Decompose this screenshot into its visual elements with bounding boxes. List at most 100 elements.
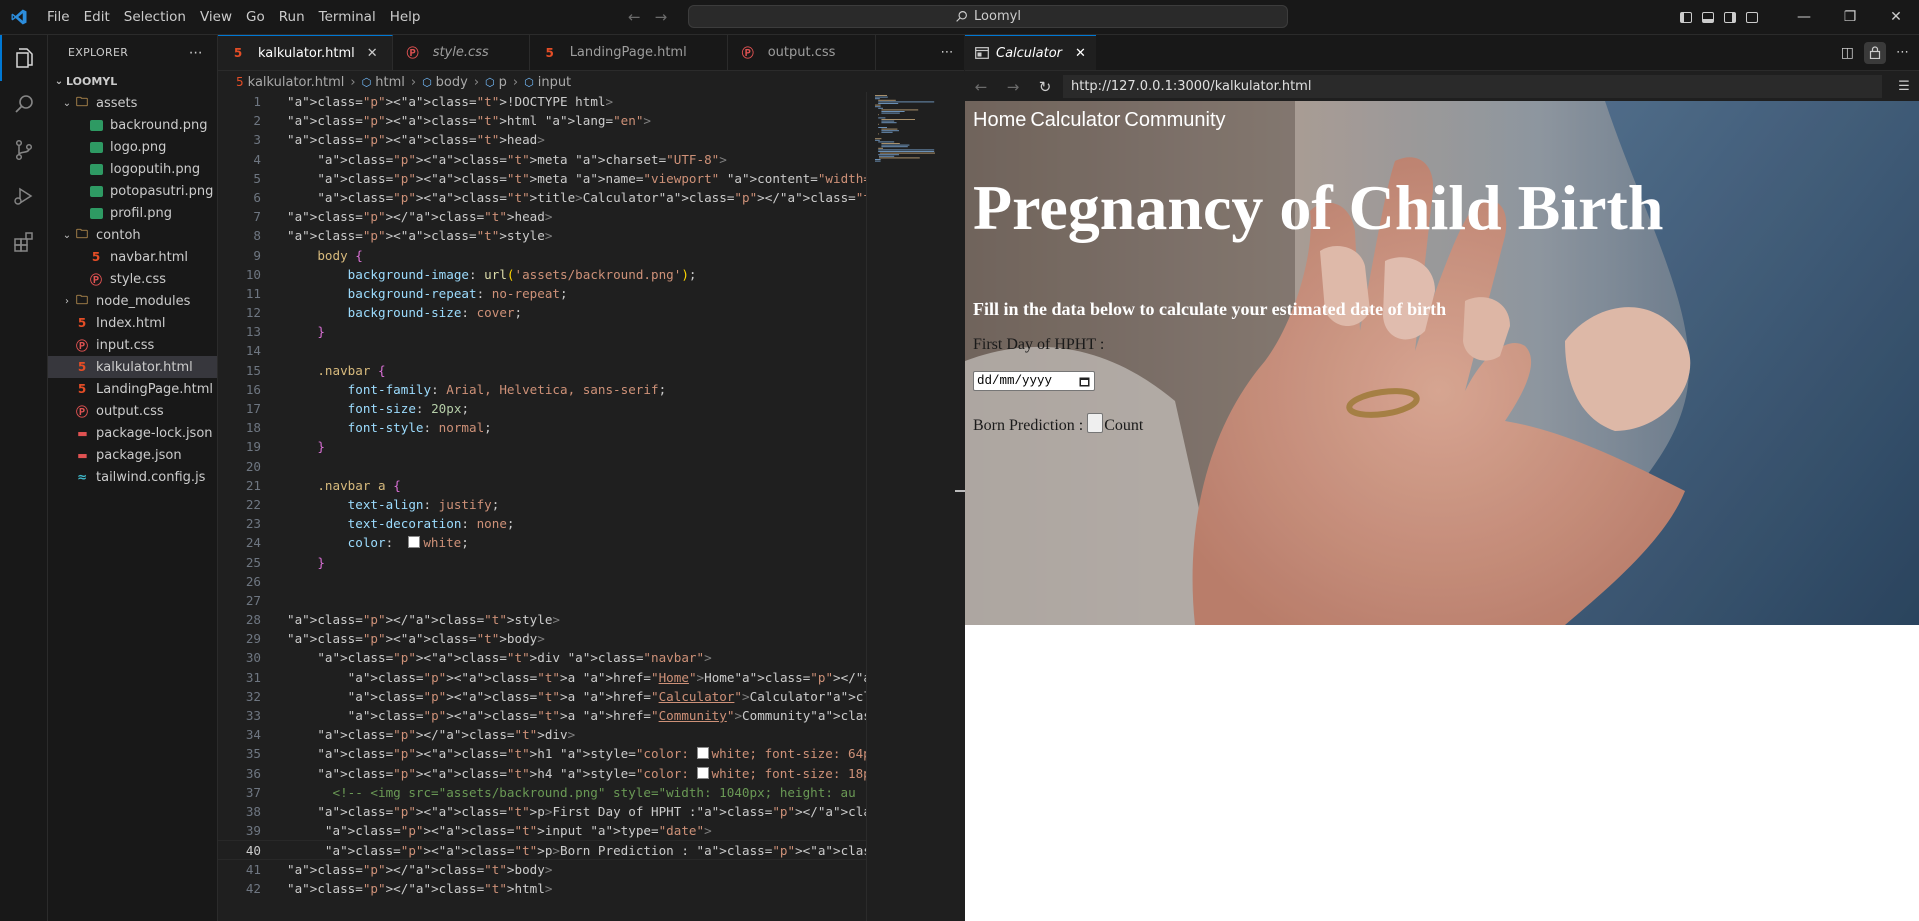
code-line[interactable]: 17 font-size: 20px; bbox=[218, 399, 866, 418]
code-line[interactable]: 20 bbox=[218, 457, 866, 476]
code-line[interactable]: 36 "a">class="p"><"a">class="t">h4 "a">s… bbox=[218, 764, 866, 783]
split-editor-icon[interactable]: ◫ bbox=[1841, 45, 1854, 61]
code-line[interactable]: 31 "a">class="p"><"a">class="t">a "a">hr… bbox=[218, 668, 866, 687]
code-line[interactable]: 3 "a">class="p"><"a">class="t">head> bbox=[218, 130, 866, 149]
folder-item[interactable]: ⌄ 🗀 contoh bbox=[48, 224, 217, 246]
file-item[interactable]: potopasutri.png bbox=[48, 180, 217, 202]
code-line[interactable]: 1 "a">class="p"><"a">class="t">!DOCTYPE h… bbox=[218, 92, 866, 111]
file-item[interactable]: profil.png bbox=[48, 202, 217, 224]
file-item[interactable]: Ⓟinput.css bbox=[48, 334, 217, 356]
menu-edit[interactable]: Edit bbox=[77, 9, 117, 25]
file-item[interactable]: 5 Index.html bbox=[48, 312, 217, 334]
close-window-icon[interactable]: ✕ bbox=[1873, 0, 1919, 34]
file-item[interactable]: 5 kalkulator.html bbox=[48, 356, 217, 378]
code-area[interactable]: 1 "a">class="p"><"a">class="t">!DOCTYPE h… bbox=[218, 92, 866, 921]
customize-layout-icon[interactable] bbox=[1741, 0, 1763, 34]
code-line[interactable]: 10 background-image: url('assets/backrou… bbox=[218, 265, 866, 284]
code-line[interactable]: 32 "a">class="p"><"a">class="t">a "a">hr… bbox=[218, 687, 866, 706]
code-line[interactable]: 34 "a">class="p"></"a">class="t">div> bbox=[218, 725, 866, 744]
extensions-icon[interactable] bbox=[0, 219, 47, 265]
minimap[interactable] bbox=[866, 92, 965, 921]
code-line[interactable]: 41 "a">class="p"></"a">class="t">body> bbox=[218, 860, 866, 879]
back-icon[interactable]: ← bbox=[965, 78, 997, 96]
breadcrumb-item[interactable]: kalkulator.html bbox=[248, 75, 345, 90]
file-item[interactable]: ▬ package-lock.json bbox=[48, 422, 217, 444]
preview-tab[interactable]: Calculator ✕ bbox=[965, 35, 1096, 70]
code-line[interactable]: 6 "a">class="p"><"a">class="t">title>Cal… bbox=[218, 188, 866, 207]
more-actions-icon[interactable]: ⋯ bbox=[930, 35, 964, 70]
menu-help[interactable]: Help bbox=[383, 9, 428, 25]
breadcrumb-item[interactable]: input bbox=[538, 75, 571, 90]
file-item[interactable]: logo.png bbox=[48, 136, 217, 158]
nav-link-home[interactable]: Home bbox=[973, 109, 1026, 131]
code-line[interactable]: 27 bbox=[218, 591, 866, 610]
code-line[interactable]: 23 text-decoration: none; bbox=[218, 514, 866, 533]
code-line[interactable]: 15 .navbar { bbox=[218, 361, 866, 380]
menu-selection[interactable]: Selection bbox=[117, 9, 193, 25]
calendar-icon[interactable] bbox=[1079, 376, 1090, 387]
explorer-icon[interactable] bbox=[0, 35, 47, 81]
count-button[interactable] bbox=[1087, 413, 1104, 433]
code-line[interactable]: 21 .navbar a { bbox=[218, 476, 866, 495]
back-arrow-icon[interactable]: ← bbox=[628, 8, 641, 26]
run-debug-icon[interactable] bbox=[0, 173, 47, 219]
code-line[interactable]: 26 bbox=[218, 572, 866, 591]
folder-item[interactable]: ⌄ 🗀 assets bbox=[48, 92, 217, 114]
minimap-slider[interactable] bbox=[955, 490, 965, 492]
more-actions-icon[interactable]: ⋯ bbox=[189, 45, 203, 61]
code-line[interactable]: 2 "a">class="p"><"a">class="t">html "a">l… bbox=[218, 111, 866, 130]
reload-icon[interactable]: ↻ bbox=[1029, 78, 1061, 96]
file-item[interactable]: ≈ tailwind.config.js bbox=[48, 466, 217, 488]
hamburger-menu-icon[interactable]: ☰ bbox=[1889, 79, 1919, 94]
breadcrumb-item[interactable]: html bbox=[375, 75, 405, 90]
search-sidebar-icon[interactable] bbox=[0, 81, 47, 127]
editor-tab[interactable]: 5 LandingPage.html bbox=[530, 35, 728, 70]
workspace-root[interactable]: ⌄ LOOMYL bbox=[48, 70, 217, 92]
source-control-icon[interactable] bbox=[0, 127, 47, 173]
code-line[interactable]: 39 "a">class="p"><"a">class="t">input "a… bbox=[218, 821, 866, 840]
code-line[interactable]: 35 "a">class="p"><"a">class="t">h1 "a">s… bbox=[218, 744, 866, 763]
menu-view[interactable]: View bbox=[193, 9, 239, 25]
code-line[interactable]: 8 "a">class="p"><"a">class="t">style> bbox=[218, 226, 866, 245]
code-line[interactable]: 29 "a">class="p"><"a">class="t">body> bbox=[218, 629, 866, 648]
code-line[interactable]: 14 bbox=[218, 341, 866, 360]
code-line[interactable]: 4 "a">class="p"><"a">class="t">meta "a">… bbox=[218, 150, 866, 169]
menu-run[interactable]: Run bbox=[272, 9, 312, 25]
editor-tab[interactable]: Ⓟoutput.css bbox=[728, 35, 877, 70]
close-tab-icon[interactable]: ✕ bbox=[1075, 46, 1086, 61]
editor-tab[interactable]: Ⓟstyle.css bbox=[393, 35, 530, 70]
code-line[interactable]: 22 text-align: justify; bbox=[218, 495, 866, 514]
file-item[interactable]: Ⓟoutput.css bbox=[48, 400, 217, 422]
file-item[interactable]: ▬ package.json bbox=[48, 444, 217, 466]
forward-icon[interactable]: → bbox=[997, 78, 1029, 96]
code-line[interactable]: 30 "a">class="p"><"a">class="t">div "a">… bbox=[218, 648, 866, 667]
code-line[interactable]: 13 } bbox=[218, 322, 866, 341]
file-item[interactable]: 5 navbar.html bbox=[48, 246, 217, 268]
code-line[interactable]: 18 font-style: normal; bbox=[218, 418, 866, 437]
close-tab-icon[interactable]: ✕ bbox=[367, 46, 378, 61]
restore-icon[interactable]: ❐ bbox=[1827, 0, 1873, 34]
file-item[interactable]: 5 LandingPage.html bbox=[48, 378, 217, 400]
menu-file[interactable]: File bbox=[40, 9, 77, 25]
forward-arrow-icon[interactable]: → bbox=[655, 8, 668, 26]
code-line[interactable]: 7 "a">class="p"></"a">class="t">head> bbox=[218, 207, 866, 226]
nav-link-calculator[interactable]: Calculator bbox=[1030, 109, 1120, 131]
toggle-panel-icon[interactable] bbox=[1697, 0, 1719, 34]
code-line[interactable]: 19 } bbox=[218, 437, 866, 456]
file-item[interactable]: backround.png bbox=[48, 114, 217, 136]
code-line[interactable]: 42 "a">class="p"></"a">class="t">html> bbox=[218, 879, 866, 898]
file-item[interactable]: logoputih.png bbox=[48, 158, 217, 180]
code-line[interactable]: 9 body { bbox=[218, 246, 866, 265]
toggle-secondary-sidebar-icon[interactable] bbox=[1719, 0, 1741, 34]
editor-tab[interactable]: 5 kalkulator.html ✕ bbox=[218, 35, 393, 70]
code-line[interactable]: 5 "a">class="p"><"a">class="t">meta "a">… bbox=[218, 169, 866, 188]
folder-item[interactable]: › 🗀 node_modules bbox=[48, 290, 217, 312]
code-line[interactable]: 37 <!-- <img src="assets/backround.png" … bbox=[218, 783, 866, 802]
more-actions-icon[interactable]: ⋯ bbox=[1896, 45, 1909, 60]
code-line[interactable]: 11 background-repeat: no-repeat; bbox=[218, 284, 866, 303]
nav-link-community[interactable]: Community bbox=[1124, 109, 1225, 131]
lock-icon[interactable] bbox=[1864, 41, 1886, 64]
minimize-icon[interactable]: — bbox=[1781, 0, 1827, 34]
code-line[interactable]: 25 } bbox=[218, 553, 866, 572]
code-line[interactable]: 12 background-size: cover; bbox=[218, 303, 866, 322]
